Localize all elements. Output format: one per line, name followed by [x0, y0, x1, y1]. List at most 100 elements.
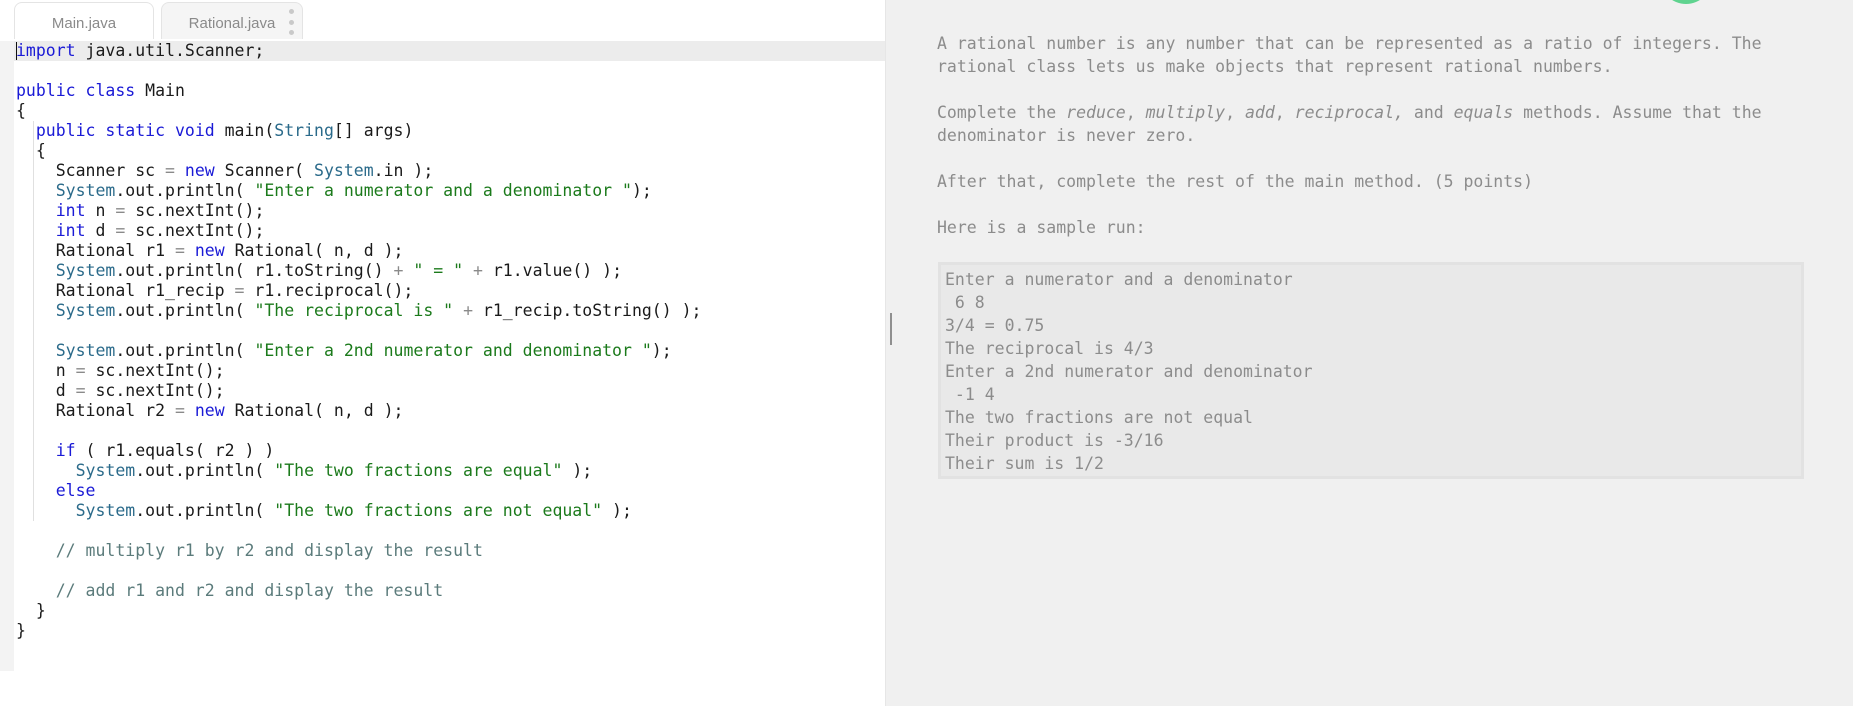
- code-text[interactable]: import java.util.Scanner; public class M…: [16, 41, 701, 641]
- code-line[interactable]: n = sc.nextInt();: [16, 361, 701, 381]
- code-token: d: [85, 221, 116, 240]
- code-line[interactable]: }: [16, 621, 701, 641]
- code-token: .out.println(: [115, 341, 255, 360]
- code-line[interactable]: [16, 521, 701, 541]
- code-line[interactable]: // add r1 and r2 and display the result: [16, 581, 701, 601]
- code-token: "The reciprocal is ": [254, 301, 454, 320]
- code-token: // multiply r1 by r2 and display the res…: [16, 541, 483, 560]
- code-token: .out.println(: [135, 461, 275, 480]
- code-line[interactable]: System.out.println( "Enter a 2nd numerat…: [16, 341, 701, 361]
- code-token: Main: [135, 81, 185, 100]
- code-token: if: [55, 441, 76, 460]
- code-line[interactable]: System.out.println( "The two fractions a…: [16, 461, 701, 481]
- code-line[interactable]: import java.util.Scanner;: [16, 41, 701, 61]
- code-line[interactable]: System.out.println( "The two fractions a…: [16, 501, 701, 521]
- code-token: [] args): [333, 121, 414, 140]
- code-token: n: [16, 361, 76, 380]
- code-token: int: [55, 201, 86, 220]
- pane-divider[interactable]: [885, 0, 899, 706]
- tab-bar: Main.java Rational.java: [0, 0, 885, 41]
- code-token: // add r1 and r2 and display the result: [16, 581, 444, 600]
- code-token: r1_recip.toString() );: [473, 301, 702, 320]
- code-line[interactable]: int d = sc.nextInt();: [16, 221, 701, 241]
- code-token: new: [184, 161, 215, 180]
- code-token: ( r1.equals( r2 ) ): [75, 441, 275, 460]
- complete-prefix: Complete the: [937, 103, 1067, 122]
- code-line[interactable]: Rational r1_recip = r1.reciprocal();: [16, 281, 701, 301]
- code-line[interactable]: System.out.println( "Enter a numerator a…: [16, 181, 701, 201]
- code-token: System: [55, 261, 116, 280]
- code-line[interactable]: System.out.println( "The reciprocal is "…: [16, 301, 702, 321]
- code-line[interactable]: Scanner sc = new Scanner( System.in );: [16, 161, 701, 181]
- code-token: }: [16, 621, 26, 640]
- sample-run-line: -1 4: [945, 385, 995, 404]
- code-line[interactable]: // multiply r1 by r2 and display the res…: [16, 541, 701, 561]
- code-line[interactable]: Rational r1 = new Rational( n, d );: [16, 241, 701, 261]
- code-token: "The two fractions are not equal": [274, 501, 603, 520]
- sample-run-line: The two fractions are not equal: [945, 408, 1253, 427]
- code-line[interactable]: public class Main: [16, 81, 701, 101]
- code-token: "Enter a numerator and a denominator ": [254, 181, 632, 200]
- code-token: Rational( n, d );: [224, 401, 404, 420]
- code-token: public static void: [35, 121, 215, 140]
- code-line[interactable]: public static void main(String[] args): [16, 121, 701, 141]
- code-line[interactable]: int n = sc.nextInt();: [16, 201, 701, 221]
- code-token: {: [16, 101, 26, 120]
- code-token: System: [75, 461, 136, 480]
- code-token: );: [562, 461, 593, 480]
- code-token: System: [75, 501, 136, 520]
- code-editor[interactable]: import java.util.Scanner; public class M…: [0, 41, 885, 671]
- code-line[interactable]: [16, 561, 701, 581]
- after-paragraph: After that, complete the rest of the mai…: [937, 172, 1534, 191]
- intro-paragraph: A rational number is any number that can…: [937, 34, 1762, 76]
- code-token: import: [16, 41, 76, 60]
- editor-pane: Main.java Rational.java import java.util…: [0, 0, 885, 706]
- code-token: n: [85, 201, 116, 220]
- code-line[interactable]: {: [16, 101, 701, 121]
- code-token: String: [274, 121, 334, 140]
- code-token: .out.println(: [115, 181, 255, 200]
- method-reduce: reduce: [1066, 103, 1126, 122]
- code-line[interactable]: System.out.println( r1.toString() + " = …: [16, 261, 701, 281]
- code-token: Scanner sc: [16, 161, 166, 180]
- tab-rational-java[interactable]: Rational.java: [161, 2, 303, 39]
- code-token: Rational r2: [16, 401, 175, 420]
- sample-run-line: Their product is -3/16: [945, 431, 1164, 450]
- more-options-icon[interactable]: [288, 9, 294, 35]
- code-token: =: [174, 241, 185, 260]
- method-equals: equals: [1453, 103, 1514, 122]
- code-line[interactable]: d = sc.nextInt();: [16, 381, 701, 401]
- resize-handle[interactable]: [890, 313, 892, 345]
- code-token: =: [115, 221, 126, 240]
- code-token: .out.println( r1.toString(): [115, 261, 394, 280]
- code-line[interactable]: [16, 421, 701, 441]
- code-line[interactable]: else: [16, 481, 701, 501]
- code-line[interactable]: [16, 321, 701, 341]
- code-token: new: [194, 241, 225, 260]
- code-token: System: [55, 341, 116, 360]
- code-line[interactable]: }: [16, 601, 701, 621]
- editor-footer: [0, 671, 885, 706]
- code-token: " = ": [413, 261, 464, 280]
- code-line[interactable]: if ( r1.equals( r2 ) ): [16, 441, 701, 461]
- tab-main-java[interactable]: Main.java: [14, 2, 154, 39]
- code-token: =: [165, 161, 175, 180]
- code-line[interactable]: [16, 61, 701, 81]
- code-token: Scanner(: [214, 161, 315, 180]
- code-token: Rational( n, d );: [224, 241, 404, 260]
- code-line[interactable]: {: [16, 141, 701, 161]
- code-line[interactable]: Rational r2 = new Rational( n, d );: [16, 401, 701, 421]
- code-token: );: [631, 181, 652, 200]
- sample-run-line: Enter a numerator and a denominator: [945, 270, 1293, 289]
- code-token: public class: [16, 81, 136, 100]
